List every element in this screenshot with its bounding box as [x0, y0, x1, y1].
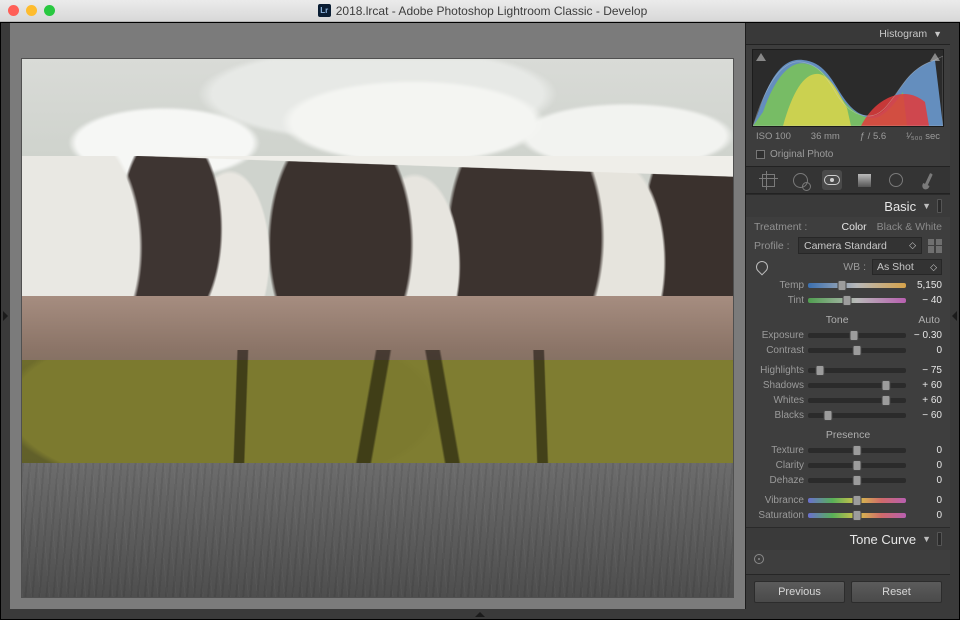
adjustment-brush-tool[interactable]	[918, 170, 938, 190]
slider-value: − 75	[910, 365, 942, 376]
slider-label: Blacks	[754, 410, 804, 421]
saturation-slider[interactable]: Saturation 0	[754, 508, 942, 523]
tone-curve-title: Tone Curve	[850, 532, 916, 547]
collapse-icon: ▼	[922, 201, 931, 211]
original-photo-checkbox[interactable]	[756, 150, 765, 159]
panel-switch[interactable]	[937, 532, 942, 546]
exif-iso: ISO 100	[756, 131, 791, 142]
slider-label: Whites	[754, 395, 804, 406]
slider-label: Saturation	[754, 510, 804, 521]
treatment-label: Treatment :	[754, 221, 807, 233]
left-panel-toggle[interactable]	[1, 23, 10, 609]
original-photo-row[interactable]: Original Photo	[746, 146, 950, 166]
slider-label: Tint	[754, 295, 804, 306]
app-frame: Histogram ▼ ISO 100 36 mm ƒ / 5.6 ¹⁄₅₀₀ …	[0, 22, 960, 620]
updown-icon: ◇	[930, 262, 937, 273]
redeye-tool[interactable]	[822, 170, 842, 190]
slider-value: − 0.30	[910, 330, 942, 341]
collapse-icon: ▼	[922, 534, 931, 544]
slider-label: Highlights	[754, 365, 804, 376]
contrast-slider[interactable]: Contrast 0	[754, 343, 942, 358]
histogram-header[interactable]: Histogram ▼	[746, 23, 950, 45]
slider-value: − 40	[910, 295, 942, 306]
profile-browser-icon[interactable]	[928, 239, 942, 253]
right-panel-toggle[interactable]	[950, 23, 959, 609]
exposure-slider[interactable]: Exposure − 0.30	[754, 328, 942, 343]
treatment-color[interactable]: Color	[842, 221, 867, 233]
filmstrip-toggle[interactable]	[1, 609, 959, 619]
whites-slider[interactable]: Whites + 60	[754, 393, 942, 408]
histogram-title: Histogram	[879, 28, 927, 40]
shadows-slider[interactable]: Shadows + 60	[754, 378, 942, 393]
basic-title: Basic	[884, 199, 916, 214]
slider-value: 0	[910, 345, 942, 356]
tint-slider[interactable]: Tint − 40	[754, 293, 942, 308]
slider-value: 0	[910, 475, 942, 486]
profile-value: Camera Standard	[804, 240, 887, 252]
panel-switch[interactable]	[937, 199, 942, 213]
tool-strip	[746, 166, 950, 194]
wb-label: WB :	[776, 261, 866, 273]
reset-button[interactable]: Reset	[851, 581, 942, 603]
tone-curve-target-row[interactable]	[746, 550, 950, 568]
treatment-row: Treatment : Color Black & White	[754, 221, 942, 233]
clarity-slider[interactable]: Clarity 0	[754, 458, 942, 473]
preview-image[interactable]	[22, 59, 733, 597]
crop-tool[interactable]	[758, 170, 778, 190]
slider-label: Texture	[754, 445, 804, 456]
slider-value: + 60	[910, 380, 942, 391]
wb-eyedropper-icon[interactable]	[754, 259, 770, 275]
slider-label: Contrast	[754, 345, 804, 356]
panel-footer: Previous Reset	[746, 574, 950, 609]
original-photo-label: Original Photo	[770, 149, 833, 160]
blacks-slider[interactable]: Blacks − 60	[754, 408, 942, 423]
basic-header[interactable]: Basic ▼	[746, 195, 950, 217]
exif-strip: ISO 100 36 mm ƒ / 5.6 ¹⁄₅₀₀ sec	[746, 129, 950, 146]
slider-value: + 60	[910, 395, 942, 406]
exif-focal: 36 mm	[811, 131, 840, 142]
slider-value: 0	[910, 510, 942, 521]
wb-select[interactable]: As Shot ◇	[872, 259, 942, 275]
radial-filter-tool[interactable]	[886, 170, 906, 190]
slider-value: 0	[910, 445, 942, 456]
texture-slider[interactable]: Texture 0	[754, 443, 942, 458]
right-panel: Histogram ▼ ISO 100 36 mm ƒ / 5.6 ¹⁄₅₀₀ …	[745, 23, 950, 609]
slider-value: 0	[910, 460, 942, 471]
wb-value: As Shot	[877, 261, 914, 273]
slider-value: − 60	[910, 410, 942, 421]
temp-slider[interactable]: Temp 5,150	[754, 278, 942, 293]
dehaze-slider[interactable]: Dehaze 0	[754, 473, 942, 488]
collapse-icon: ▼	[933, 29, 942, 39]
exif-shutter: ¹⁄₅₀₀ sec	[906, 131, 940, 142]
slider-label: Vibrance	[754, 495, 804, 506]
treatment-bw[interactable]: Black & White	[877, 221, 942, 233]
image-canvas[interactable]	[10, 23, 745, 609]
highlights-slider[interactable]: Highlights − 75	[754, 363, 942, 378]
profile-label: Profile :	[754, 240, 792, 252]
slider-label: Shadows	[754, 380, 804, 391]
previous-button[interactable]: Previous	[754, 581, 845, 603]
profile-select[interactable]: Camera Standard ◇	[798, 237, 922, 254]
vibrance-slider[interactable]: Vibrance 0	[754, 493, 942, 508]
auto-button[interactable]: Auto	[918, 314, 940, 326]
slider-value: 5,150	[910, 280, 942, 291]
exif-aperture: ƒ / 5.6	[860, 131, 886, 142]
slider-label: Dehaze	[754, 475, 804, 486]
slider-label: Exposure	[754, 330, 804, 341]
window-title: 2018.lrcat - Adobe Photoshop Lightroom C…	[336, 4, 648, 18]
target-adjustment-icon[interactable]	[754, 554, 764, 564]
app-icon: Lr	[318, 4, 331, 17]
slider-value: 0	[910, 495, 942, 506]
histogram[interactable]	[752, 49, 944, 127]
graduated-filter-tool[interactable]	[854, 170, 874, 190]
slider-label: Clarity	[754, 460, 804, 471]
presence-heading: Presence	[756, 429, 940, 441]
mac-titlebar: Lr 2018.lrcat - Adobe Photoshop Lightroo…	[0, 0, 960, 22]
tone-curve-header[interactable]: Tone Curve ▼	[746, 528, 950, 550]
tone-heading: Tone	[756, 314, 918, 326]
spot-removal-tool[interactable]	[790, 170, 810, 190]
slider-label: Temp	[754, 280, 804, 291]
updown-icon: ◇	[909, 240, 916, 251]
